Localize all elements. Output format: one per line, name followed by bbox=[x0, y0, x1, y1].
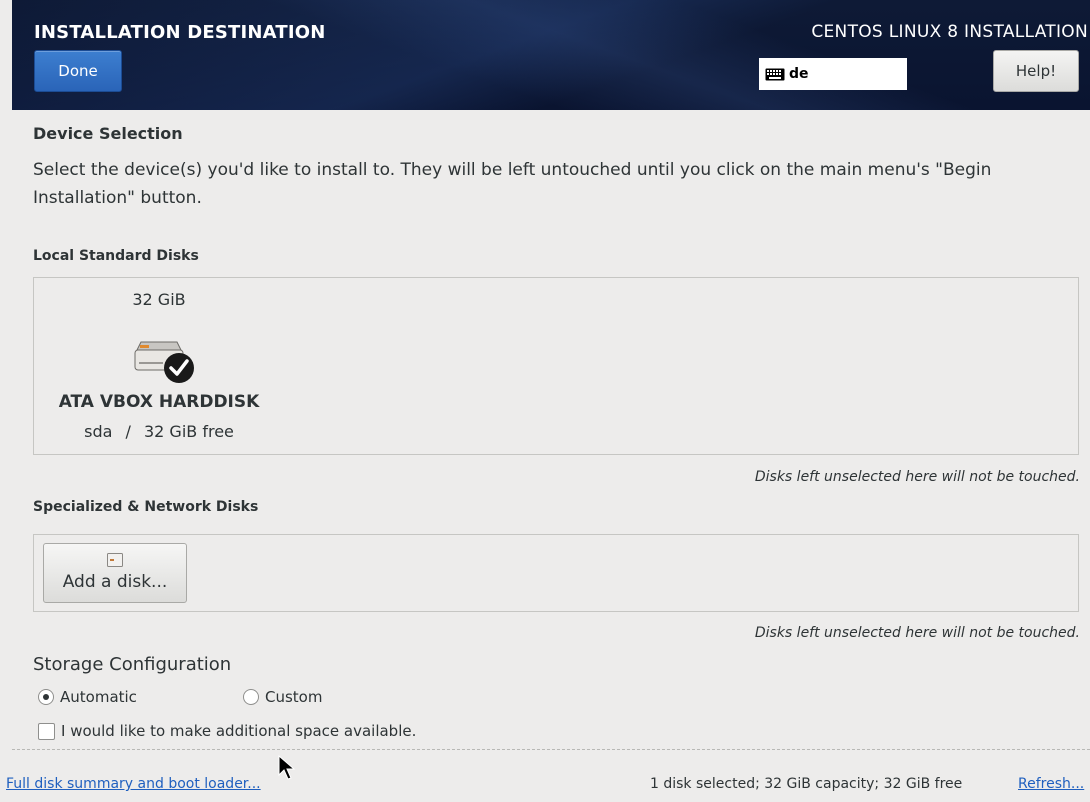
main-content: Device Selection Select the device(s) yo… bbox=[6, 110, 1090, 802]
local-disks-panel: 32 GiB ATA VBOX HARDDISK sda / 32 GiB fr… bbox=[33, 277, 1079, 455]
disk-free-space: 32 GiB free bbox=[143, 422, 234, 441]
reclaim-space-checkbox-row[interactable]: I would like to make additional space av… bbox=[38, 722, 416, 740]
device-selection-heading: Device Selection bbox=[33, 124, 183, 143]
disk-device: sda bbox=[84, 422, 113, 441]
radio-custom-indicator[interactable] bbox=[243, 689, 259, 705]
radio-custom[interactable]: Custom bbox=[243, 688, 322, 706]
disk-size: 32 GiB bbox=[132, 290, 186, 309]
storage-configuration-heading: Storage Configuration bbox=[33, 654, 232, 675]
harddisk-icon bbox=[134, 341, 194, 383]
reclaim-space-label: I would like to make additional space av… bbox=[61, 722, 417, 740]
local-disks-hint: Disks left unselected here will not be t… bbox=[754, 469, 1080, 485]
device-selection-description: Select the device(s) you'd like to insta… bbox=[33, 160, 992, 208]
radio-automatic-indicator[interactable] bbox=[38, 689, 54, 705]
disk-icon bbox=[107, 553, 123, 567]
keyboard-layout-label: de bbox=[789, 66, 809, 82]
disk-selection-status: 1 disk selected; 32 GiB capacity; 32 GiB… bbox=[650, 776, 963, 792]
help-button[interactable]: Help! bbox=[993, 50, 1079, 92]
full-disk-summary-link[interactable]: Full disk summary and boot loader... bbox=[6, 776, 261, 792]
product-title: CENTOS LINUX 8 INSTALLATION bbox=[811, 22, 1088, 42]
mouse-cursor-icon bbox=[278, 755, 296, 780]
done-button[interactable]: Done bbox=[34, 50, 122, 92]
specialized-disks-hint: Disks left unselected here will not be t… bbox=[754, 625, 1080, 641]
specialized-disks-heading: Specialized & Network Disks bbox=[33, 499, 259, 515]
window-edge bbox=[0, 0, 12, 802]
radio-automatic[interactable]: Automatic bbox=[38, 688, 137, 706]
radio-automatic-label: Automatic bbox=[60, 688, 137, 706]
add-disk-label: Add a disk... bbox=[62, 572, 168, 592]
footer-separator bbox=[12, 749, 1090, 750]
keyboard-layout-indicator[interactable]: de bbox=[759, 58, 907, 90]
disk-card-sda[interactable]: 32 GiB ATA VBOX HARDDISK sda / 32 GiB fr… bbox=[34, 278, 284, 454]
reclaim-space-checkbox[interactable] bbox=[38, 722, 55, 740]
keyboard-icon bbox=[765, 68, 785, 80]
refresh-link[interactable]: Refresh... bbox=[1018, 776, 1084, 792]
screen-title: INSTALLATION DESTINATION bbox=[34, 22, 326, 43]
disk-details: sda / 32 GiB free bbox=[34, 422, 284, 441]
specialized-disks-panel: Add a disk... bbox=[33, 534, 1079, 612]
header-bar: INSTALLATION DESTINATION Done CENTOS LIN… bbox=[12, 0, 1090, 110]
disk-separator: / bbox=[125, 422, 131, 441]
add-disk-button[interactable]: Add a disk... bbox=[43, 543, 187, 603]
local-disks-heading: Local Standard Disks bbox=[33, 248, 199, 264]
radio-custom-label: Custom bbox=[265, 688, 323, 706]
disk-name: ATA VBOX HARDDISK bbox=[58, 392, 260, 412]
